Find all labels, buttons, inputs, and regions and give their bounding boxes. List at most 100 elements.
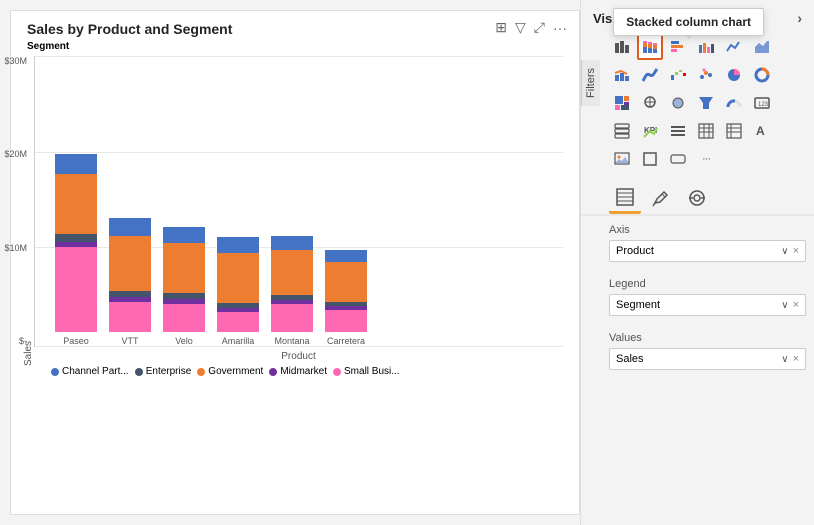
bar-group-amarilla[interactable]: Amarilla xyxy=(217,237,259,346)
expand-icon[interactable]: ⤢ xyxy=(534,19,545,36)
y-tick-10m: $10M xyxy=(4,243,27,253)
funnel-viz-icon[interactable] xyxy=(693,90,719,116)
tooltip-text: Stacked column chart xyxy=(626,15,751,29)
chart-body: Sales $30M $20M $10M $- xyxy=(11,56,579,366)
segment-paseo-enterprise xyxy=(55,234,97,242)
segment-amarilla-small-busi xyxy=(217,312,259,332)
segment-paseo-small-busi xyxy=(55,247,97,332)
viz-icons-section: 123 KPI A xyxy=(581,32,814,176)
kpi-viz-icon[interactable]: KPI xyxy=(637,118,663,144)
chart-legend: Segment xyxy=(11,41,579,56)
legend-field-label: Legend xyxy=(609,278,806,290)
slicer-viz-icon[interactable] xyxy=(665,118,691,144)
values-value: Sales xyxy=(616,353,644,365)
area-chart-viz-icon[interactable] xyxy=(749,34,775,60)
button-viz-icon[interactable] xyxy=(665,146,691,172)
bars-container: Paseo VTT xyxy=(35,56,563,346)
treemap-viz-icon[interactable] xyxy=(609,90,635,116)
viz-icons-grid: 123 KPI A xyxy=(609,34,810,172)
more-options-icon[interactable]: ··· xyxy=(553,20,567,36)
legend-item-smallbusi: Small Busi... xyxy=(333,366,400,377)
legend-label: Segment xyxy=(27,41,69,52)
bar-group-carretera[interactable]: Carretera xyxy=(325,250,367,346)
legend-items-row: Channel Part... Enterprise Government Mi… xyxy=(11,366,579,385)
values-pill-actions: ∨ × xyxy=(781,353,799,365)
legend-dot-channel xyxy=(51,368,59,376)
bar-label-montana: Montana xyxy=(274,336,309,346)
gauge-viz-icon[interactable] xyxy=(721,90,747,116)
legend-text-channel: Channel Part... xyxy=(62,366,129,377)
legend-item-channel: Channel Part... xyxy=(51,366,129,377)
values-pill[interactable]: Sales ∨ × xyxy=(609,348,806,370)
filters-label: Filters xyxy=(585,68,597,98)
bar-label-vtt: VTT xyxy=(122,336,139,346)
values-close-icon[interactable]: × xyxy=(793,353,799,365)
legend-dot-enterprise xyxy=(135,368,143,376)
y-tick-30m: $30M xyxy=(4,56,27,66)
legend-item-enterprise: Enterprise xyxy=(135,366,192,377)
card-viz-icon[interactable]: 123 xyxy=(749,90,775,116)
scatter-viz-icon[interactable] xyxy=(693,62,719,88)
table-viz-icon[interactable] xyxy=(693,118,719,144)
format-tab-button[interactable] xyxy=(645,182,677,214)
chart-inner: $30M $20M $10M $- xyxy=(34,56,563,366)
legend-dot-midmarket xyxy=(269,368,277,376)
map-viz-icon[interactable] xyxy=(637,90,663,116)
bar-group-paseo[interactable]: Paseo xyxy=(55,154,97,346)
segment-vtt-government xyxy=(109,236,151,291)
line-stacked-viz-icon[interactable] xyxy=(609,62,635,88)
legend-dot-government xyxy=(197,368,205,376)
legend-pill[interactable]: Segment ∨ × xyxy=(609,294,806,316)
values-chevron-icon[interactable]: ∨ xyxy=(781,354,788,365)
segment-velo-small-busi xyxy=(163,304,205,332)
legend-value: Segment xyxy=(616,299,660,311)
axis-close-icon[interactable]: × xyxy=(793,245,799,257)
legend-item-government: Government xyxy=(197,366,263,377)
filter-icon[interactable]: ▽ xyxy=(515,19,526,36)
segment-carretera-government xyxy=(325,262,367,302)
filters-strip[interactable]: Filters xyxy=(581,60,600,106)
legend-close-icon[interactable]: × xyxy=(793,299,799,311)
axis-section: Axis Product ∨ × xyxy=(581,216,814,270)
line-chart-viz-icon[interactable] xyxy=(721,34,747,60)
analytics-tab-button[interactable] xyxy=(681,182,713,214)
sidebar-chevron[interactable]: › xyxy=(797,10,802,26)
bar-chart-icon[interactable] xyxy=(609,34,635,60)
pie-viz-icon[interactable] xyxy=(721,62,747,88)
bar-group-velo[interactable]: Velo xyxy=(163,227,205,346)
axis-pill[interactable]: Product ∨ × xyxy=(609,240,806,262)
chart-toolbar: ⊞ ▽ ⤢ ··· xyxy=(487,15,575,40)
bar-group-montana[interactable]: Montana xyxy=(271,236,313,346)
focus-mode-icon[interactable]: ⊞ xyxy=(495,19,507,36)
legend-dot-smallbusi xyxy=(333,368,341,376)
more-viz-icon[interactable]: ··· xyxy=(693,146,719,172)
svg-text:A: A xyxy=(756,124,765,138)
filled-map-viz-icon[interactable] xyxy=(665,90,691,116)
segment-amarilla-channel xyxy=(217,237,259,253)
image-viz-icon[interactable] xyxy=(609,146,635,172)
legend-pill-actions: ∨ × xyxy=(781,299,799,311)
bar-label-paseo: Paseo xyxy=(63,336,89,346)
stacked-column-viz-icon[interactable] xyxy=(637,34,663,60)
waterfall-viz-icon[interactable] xyxy=(665,62,691,88)
axis-chevron-icon[interactable]: ∨ xyxy=(781,246,788,257)
legend-chevron-icon[interactable]: ∨ xyxy=(781,300,788,311)
segment-amarilla-government xyxy=(217,253,259,303)
chart-panel: ⊞ ▽ ⤢ ··· Sales by Product and Segment S… xyxy=(10,10,580,515)
bar-group-vtt[interactable]: VTT xyxy=(109,218,151,346)
text-viz-icon[interactable]: A xyxy=(749,118,775,144)
fields-tab-button[interactable] xyxy=(609,182,641,214)
legend-text-government: Government xyxy=(208,366,263,377)
ribbon-chart-viz-icon[interactable] xyxy=(637,62,663,88)
segment-montana-small-busi xyxy=(271,304,313,332)
segment-montana-channel xyxy=(271,236,313,250)
clustered-column-viz-icon[interactable] xyxy=(693,34,719,60)
values-label: Values xyxy=(609,332,806,344)
x-axis-label: Product xyxy=(34,347,563,366)
donut-viz-icon[interactable] xyxy=(749,62,775,88)
shape-viz-icon[interactable] xyxy=(637,146,663,172)
multi-row-card-viz-icon[interactable] xyxy=(609,118,635,144)
matrix-viz-icon[interactable] xyxy=(721,118,747,144)
segment-velo-government xyxy=(163,243,205,293)
sidebar: Filters Visualizations › xyxy=(580,0,814,525)
